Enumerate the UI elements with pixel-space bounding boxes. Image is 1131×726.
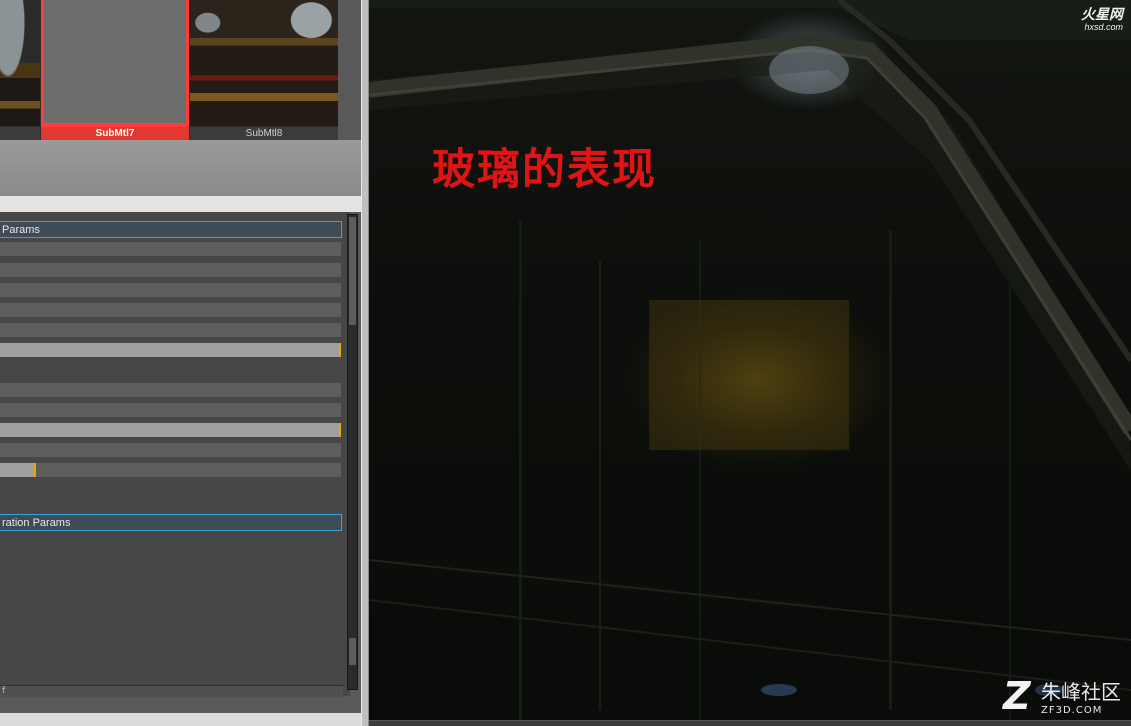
- scrollbar-thumb[interactable]: [349, 217, 356, 325]
- param-row-active[interactable]: [0, 423, 341, 437]
- hxsd-logo: 火星网 hxsd.com: [1081, 4, 1123, 32]
- param-row[interactable]: [0, 443, 341, 457]
- zf3d-logo-text: 朱峰社区: [1041, 680, 1121, 704]
- param-row[interactable]: [0, 283, 341, 297]
- material-preview-thumbnail: [190, 0, 338, 126]
- material-preview-thumbnail: [0, 0, 40, 126]
- material-slot-strip: SubMtl7 SubMtl8: [0, 0, 338, 140]
- viewport-bottom-bar: [369, 720, 1131, 726]
- param-row[interactable]: [0, 323, 341, 337]
- param-row[interactable]: [0, 383, 341, 397]
- slot-label: [0, 127, 40, 140]
- material-editor-panel: SubMtl7 SubMtl8 Params ration Params f: [0, 0, 361, 726]
- panel-separator: [0, 196, 361, 212]
- toolbar-area: [0, 140, 361, 197]
- rollout-header-params[interactable]: Params: [0, 221, 342, 238]
- hxsd-logo-text: 火星网: [1081, 6, 1123, 22]
- zf3d-logo-mark: Z: [1003, 674, 1031, 718]
- param-row[interactable]: [0, 403, 341, 417]
- slot-label: SubMtl7: [41, 127, 189, 140]
- param-row-active[interactable]: [0, 343, 341, 357]
- param-slider[interactable]: [0, 463, 341, 477]
- panel-splitter[interactable]: [361, 0, 369, 726]
- status-strip: [0, 713, 361, 726]
- params-scrollbar[interactable]: [347, 214, 358, 690]
- param-row[interactable]: [0, 242, 341, 256]
- slot-label: SubMtl8: [190, 127, 338, 140]
- slider-fill: [0, 463, 36, 477]
- hxsd-logo-url: hxsd.com: [1084, 22, 1123, 32]
- material-slot-submtl8[interactable]: SubMtl8: [190, 0, 338, 140]
- param-row[interactable]: [0, 303, 341, 317]
- material-slot-submtl7[interactable]: SubMtl7: [41, 0, 189, 140]
- bottom-rollout-field[interactable]: f: [0, 685, 343, 697]
- zf3d-logo: Z 朱峰社区 ZF3D.COM: [1003, 674, 1121, 718]
- parameters-rollout-area: Params ration Params: [0, 212, 350, 696]
- material-preview-thumbnail: [44, 0, 186, 123]
- material-slot-6[interactable]: [0, 0, 40, 140]
- rollout-header-ration-params[interactable]: ration Params: [0, 514, 342, 531]
- zf3d-logo-url: ZF3D.COM: [1041, 705, 1103, 716]
- scrollbar-thumb-secondary[interactable]: [349, 638, 356, 665]
- scene-background: [369, 0, 1131, 720]
- render-viewport: 玻璃的表现 火星网 hxsd.com Z 朱峰社区 ZF3D.COM: [369, 0, 1131, 726]
- overlay-title: 玻璃的表现: [432, 145, 657, 195]
- param-row[interactable]: [0, 263, 341, 277]
